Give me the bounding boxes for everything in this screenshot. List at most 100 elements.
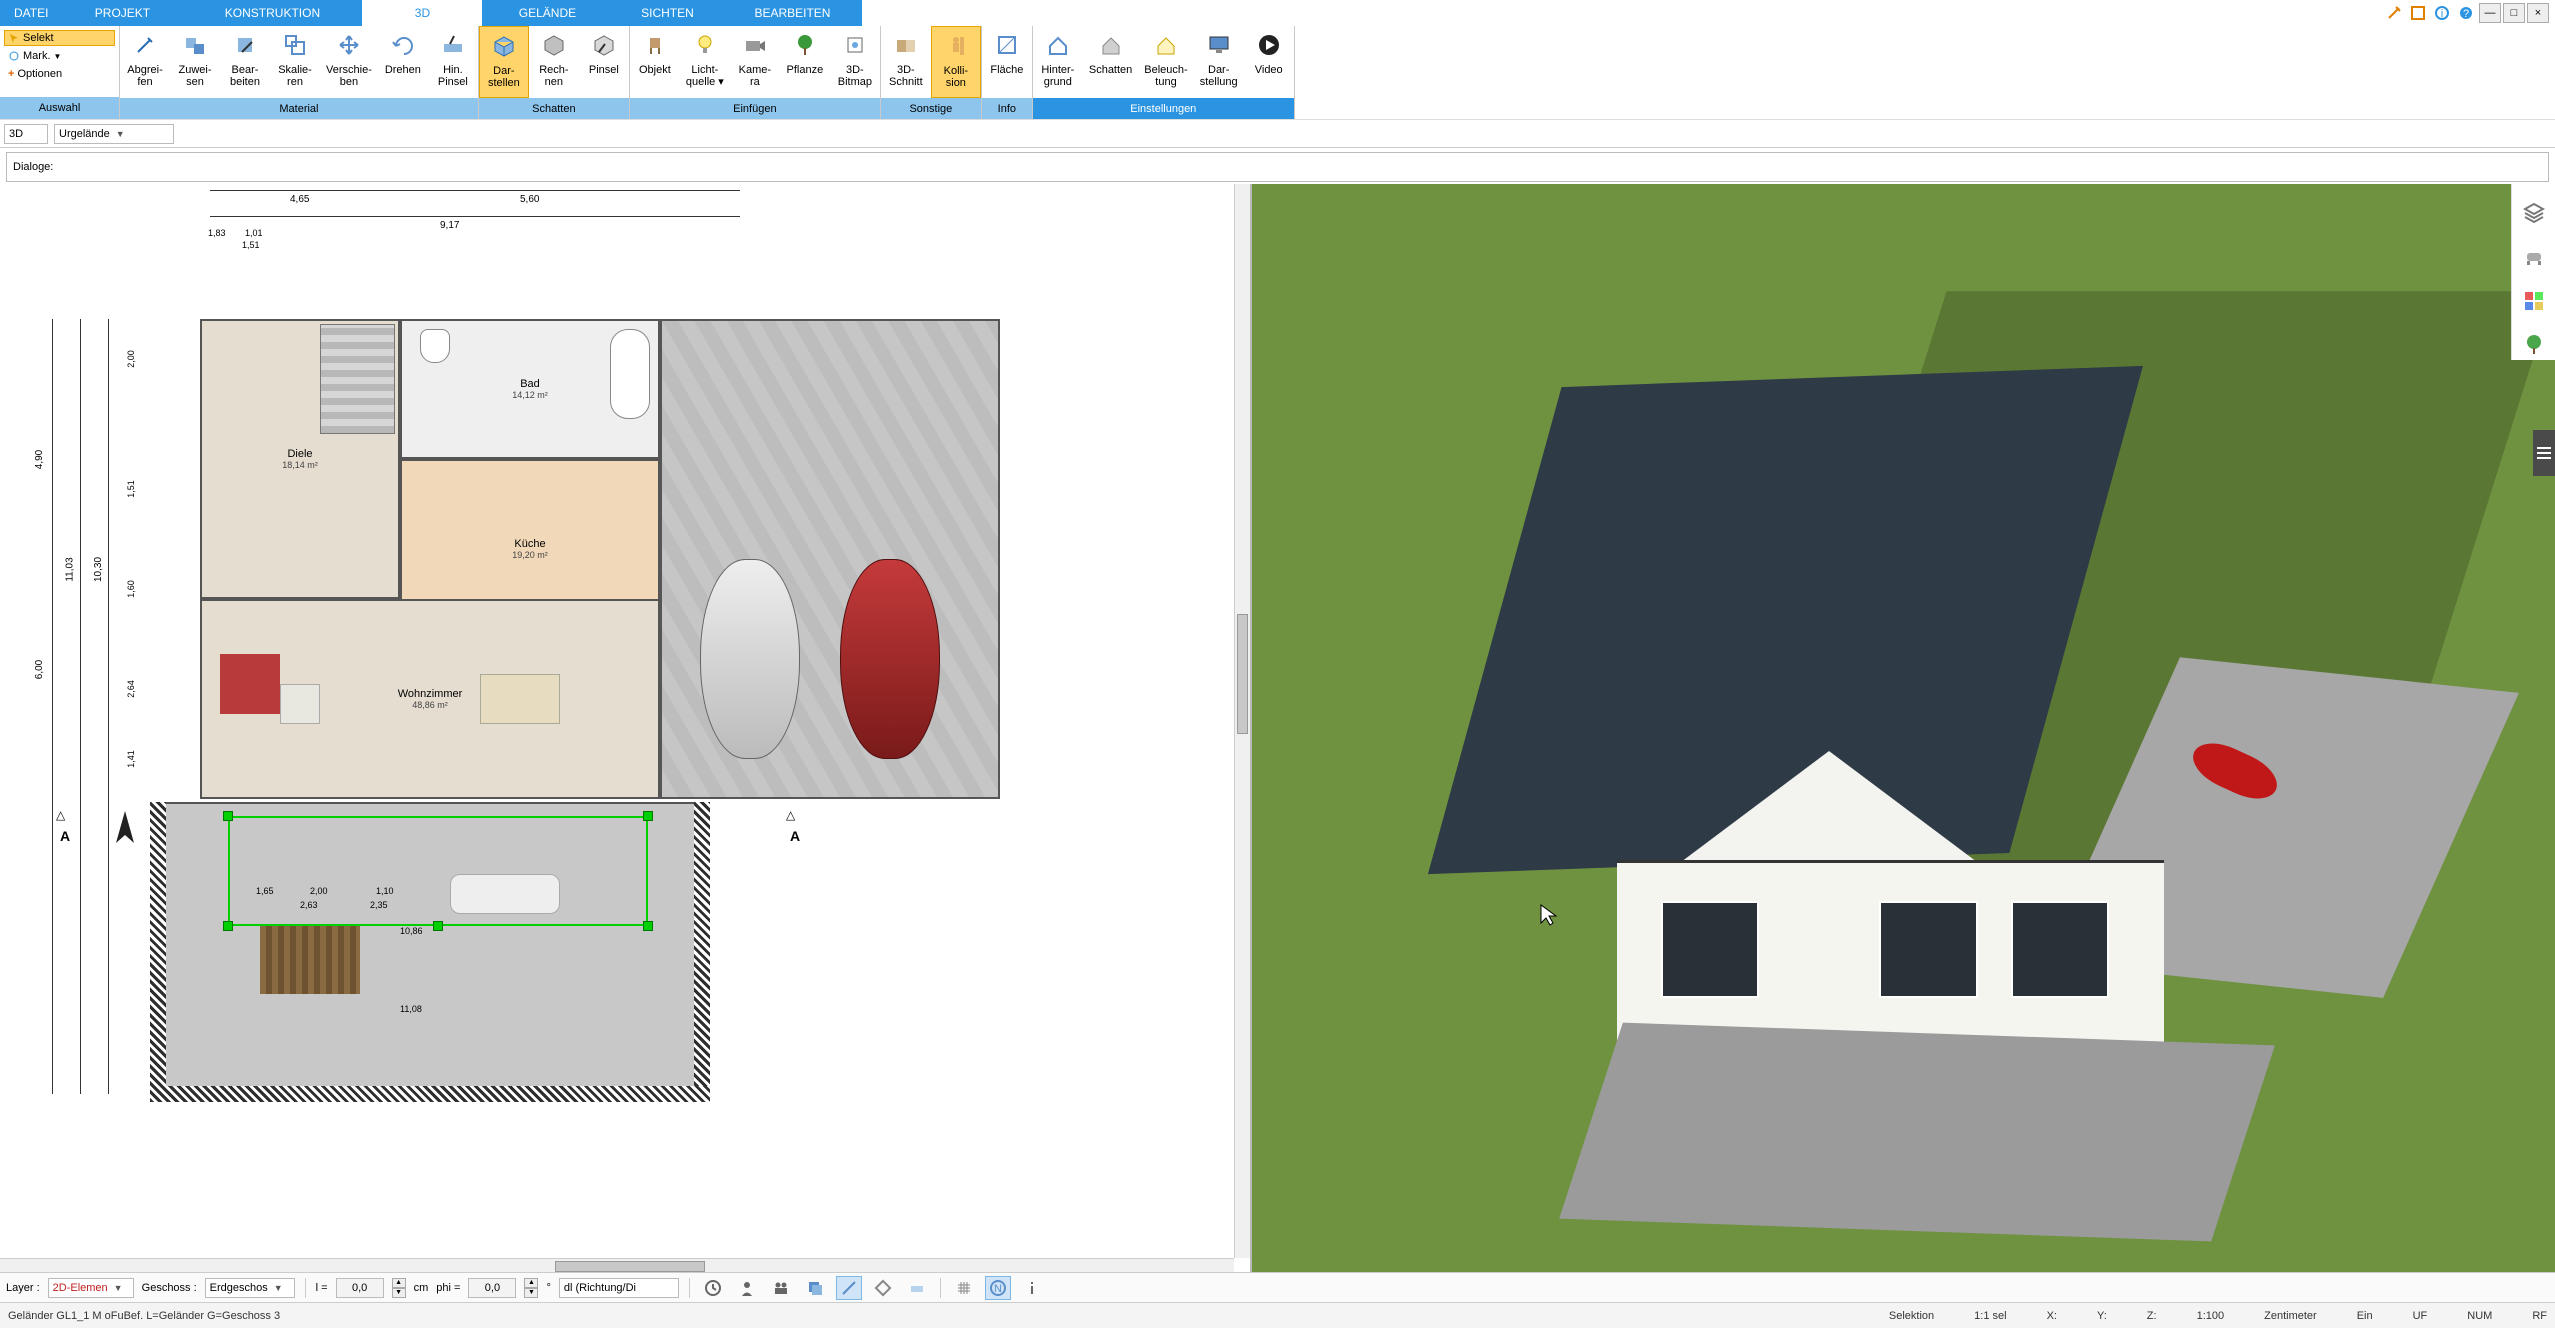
dim-r4: 2,64: [126, 680, 136, 698]
hintergrund-button[interactable]: Hinter-grund: [1033, 26, 1083, 98]
schatten-setting-button[interactable]: Schatten: [1083, 26, 1138, 98]
tab-gelaende[interactable]: GELÄNDE: [482, 0, 612, 26]
bad-name: Bad: [520, 378, 540, 390]
scroll-thumb[interactable]: [555, 1261, 705, 1272]
skalieren-button[interactable]: Skalie-ren: [270, 26, 320, 98]
status-y: Y:: [2097, 1310, 2107, 1322]
camera-icon: [740, 30, 770, 60]
lichtquelle-button[interactable]: Licht-quelle ▾: [680, 26, 730, 98]
optionen-button[interactable]: +Optionen: [4, 66, 115, 82]
person-tool-icon[interactable]: [734, 1276, 760, 1300]
selection-handle[interactable]: [643, 921, 653, 931]
3dbitmap-button[interactable]: 3D-Bitmap: [830, 26, 880, 98]
palette-icon[interactable]: [2519, 286, 2549, 316]
info-icon[interactable]: i: [2431, 3, 2453, 23]
drehen-button[interactable]: Drehen: [378, 26, 428, 98]
snap3-icon[interactable]: [904, 1276, 930, 1300]
wohn-area: 48,86 m²: [412, 700, 448, 710]
help-icon[interactable]: ?: [2455, 3, 2477, 23]
selection-handle[interactable]: [223, 811, 233, 821]
tab-sichten[interactable]: SICHTEN: [612, 0, 722, 26]
layers-tool-icon[interactable]: [802, 1276, 828, 1300]
3d-view[interactable]: [1252, 184, 2555, 1274]
darstellung-button[interactable]: Dar-stellung: [1194, 26, 1244, 98]
furniture-icon[interactable]: [2519, 242, 2549, 272]
plan-scrollbar-v[interactable]: [1234, 184, 1250, 1258]
kamera-button[interactable]: Kame-ra: [730, 26, 780, 98]
flyout-tab[interactable]: [2533, 430, 2555, 476]
tree-side-icon[interactable]: [2519, 330, 2549, 360]
status-unit: Zentimeter: [2264, 1310, 2317, 1322]
snap2-icon[interactable]: [870, 1276, 896, 1300]
flaeche-button[interactable]: Fläche: [982, 26, 1032, 98]
selection-handle[interactable]: [223, 921, 233, 931]
tab-konstruktion[interactable]: KONSTRUKTION: [182, 0, 362, 26]
bearbeiten-button[interactable]: Bear-beiten: [220, 26, 270, 98]
kollision-label: Kolli-sion: [944, 65, 968, 89]
group-label-info: Info: [982, 98, 1032, 119]
pinsel-button[interactable]: Pinsel: [579, 26, 629, 98]
rechnen-button[interactable]: Rech-nen: [529, 26, 579, 98]
group-label-auswahl: Auswahl: [0, 97, 119, 119]
dim-sm1: 1,01: [245, 228, 263, 238]
tab-3d[interactable]: 3D: [362, 0, 482, 26]
objekt-button[interactable]: Objekt: [630, 26, 680, 98]
ribbon-group-material: Abgrei-fen Zuwei-sen Bear-beiten Skalie-…: [120, 26, 479, 119]
plan-view[interactable]: 4,65 5,60 9,17 1,01 1,51 1,83 4,90 6,00 …: [0, 184, 1252, 1274]
minimize-button[interactable]: —: [2479, 3, 2501, 23]
layer-bottom-combo[interactable]: 2D-Elemen▼: [48, 1278, 134, 1298]
tool-icon[interactable]: [2383, 3, 2405, 23]
phi-input[interactable]: 0,0: [468, 1278, 516, 1298]
dl-combo[interactable]: dl (Richtung/Di: [559, 1278, 679, 1298]
scroll-thumb[interactable]: [1237, 614, 1248, 734]
selection-handle[interactable]: [643, 811, 653, 821]
3dschnitt-label: 3D-Schnitt: [889, 64, 923, 88]
maximize-button[interactable]: □: [2503, 3, 2525, 23]
grid-icon[interactable]: [951, 1276, 977, 1300]
zuweisen-button[interactable]: Zuwei-sen: [170, 26, 220, 98]
layers-icon[interactable]: [2519, 198, 2549, 228]
3dbitmap-label: 3D-Bitmap: [838, 64, 872, 88]
eyedropper-icon: [130, 30, 160, 60]
abgreifen-button[interactable]: Abgrei-fen: [120, 26, 170, 98]
tab-projekt[interactable]: PROJEKT: [62, 0, 182, 26]
brush-icon: [589, 30, 619, 60]
hedge-left: [150, 802, 166, 1102]
selection-box[interactable]: [228, 816, 648, 926]
phi-unit: °: [546, 1282, 550, 1294]
l-spinner[interactable]: ▲▼: [392, 1278, 406, 1298]
pflanze-button[interactable]: Pflanze: [780, 26, 830, 98]
l-input[interactable]: 0,0: [336, 1278, 384, 1298]
selection-handle[interactable]: [433, 921, 443, 931]
mode-combo[interactable]: 3D: [4, 124, 48, 144]
3dschnitt-button[interactable]: 3D-Schnitt: [881, 26, 931, 98]
flaeche-label: Fläche: [990, 64, 1023, 76]
mark-button[interactable]: Mark.▼: [4, 48, 115, 64]
kollision-button[interactable]: Kolli-sion: [931, 26, 981, 98]
cube-calc-icon: [539, 30, 569, 60]
dim-span: 9,17: [440, 220, 459, 231]
geschoss-combo[interactable]: Erdgeschos▼: [205, 1278, 295, 1298]
layer-combo[interactable]: Urgelände▼: [54, 124, 174, 144]
monitor-icon: [1204, 30, 1234, 60]
selekt-button[interactable]: Selekt: [4, 30, 115, 46]
beleuchtung-button[interactable]: Beleuch-tung: [1138, 26, 1193, 98]
hinpinsel-button[interactable]: Hin.Pinsel: [428, 26, 478, 98]
gable-3d: [1669, 751, 1989, 871]
snap1-icon[interactable]: [836, 1276, 862, 1300]
tab-bearbeiten[interactable]: BEARBEITEN: [722, 0, 862, 26]
window-icon[interactable]: [2407, 3, 2429, 23]
n-mode-icon[interactable]: N: [985, 1276, 1011, 1300]
hedge-bottom: [150, 1086, 710, 1102]
group-tool-icon[interactable]: [768, 1276, 794, 1300]
tdim-a: 1,65: [256, 886, 274, 896]
tab-datei[interactable]: DATEI: [0, 0, 62, 26]
clock-icon[interactable]: [700, 1276, 726, 1300]
status-scale: 1:100: [2197, 1310, 2225, 1322]
close-button[interactable]: ×: [2527, 3, 2549, 23]
darstellen-button[interactable]: Dar-stellen: [479, 26, 529, 98]
info-tool-icon[interactable]: [1019, 1276, 1045, 1300]
video-button[interactable]: Video: [1244, 26, 1294, 98]
phi-spinner[interactable]: ▲▼: [524, 1278, 538, 1298]
verschieben-button[interactable]: Verschie-ben: [320, 26, 378, 98]
